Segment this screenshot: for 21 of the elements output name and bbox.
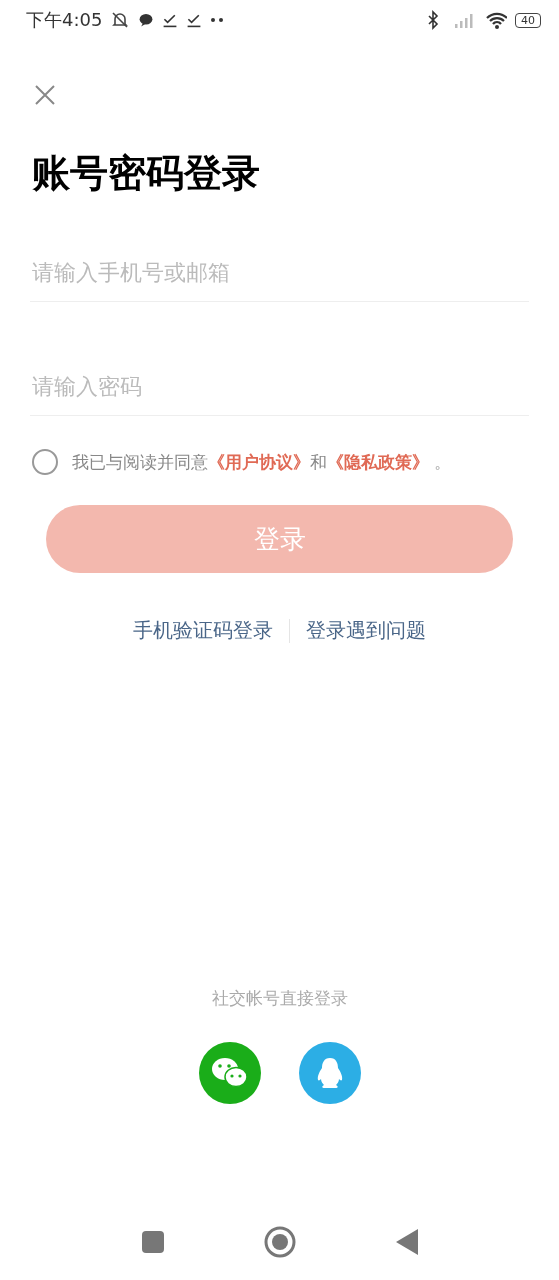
muted-bell-icon xyxy=(110,10,131,30)
agreement-text: 我已与阅读并同意《用户协议》和《隐私政策》 。 xyxy=(72,450,452,474)
back-nav-icon[interactable] xyxy=(395,1229,418,1255)
policy-link[interactable]: 《用户协议》 xyxy=(208,451,310,472)
sms-login-link[interactable]: 手机验证码登录 xyxy=(117,617,289,644)
penguin-icon xyxy=(315,1056,344,1090)
status-time: 下午4:05 xyxy=(26,8,103,32)
square-nav-icon[interactable] xyxy=(141,1231,164,1253)
chat-bubble-icon xyxy=(138,12,155,28)
social-login-label: 社交帐号直接登录 xyxy=(210,987,349,1010)
policy-link[interactable]: 《隐私政策》 xyxy=(327,451,429,472)
home-nav-icon[interactable] xyxy=(263,1226,296,1258)
more-dots-icon xyxy=(210,17,225,23)
check-icon xyxy=(162,12,179,28)
chat-bubbles-icon xyxy=(209,1056,250,1090)
page-title: 账号密码登录 xyxy=(32,150,261,197)
check-icon xyxy=(186,12,203,28)
wifi-icon xyxy=(483,10,507,30)
login-help-link[interactable]: 登录遇到问题 xyxy=(290,617,442,644)
agreement-checkbox[interactable] xyxy=(32,449,58,475)
battery-indicator: 40 xyxy=(515,12,541,28)
